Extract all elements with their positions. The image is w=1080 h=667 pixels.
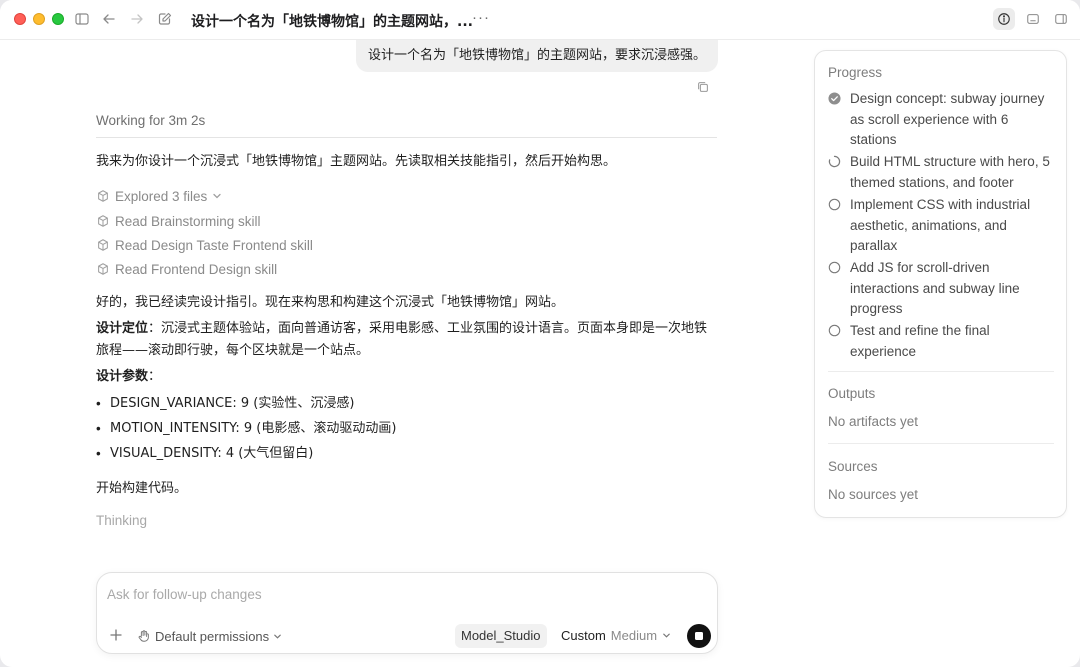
explored-files-label: Explored 3 files [115,188,208,204]
list-item: • VISUAL_DENSITY: 4 (大气但留白) [96,444,313,464]
outputs-heading: Outputs [828,386,876,401]
compose-icon[interactable] [157,11,173,27]
progress-step: Add JS for scroll-driven interactions an… [828,258,1056,320]
minimize-window-button[interactable] [33,13,45,25]
more-options-button[interactable]: ··· [472,9,490,26]
outputs-empty-text: No artifacts yet [828,414,919,429]
stop-icon [695,632,703,640]
param-text: MOTION_INTENSITY: 9 (电影感、滚动驱动动画) [110,421,397,436]
permissions-dropdown[interactable]: Default permissions [137,627,282,645]
divider [828,371,1054,372]
bullet: • [96,396,101,411]
permissions-label: Default permissions [155,628,270,644]
step-text: Build HTML structure with hero, 5 themed… [850,154,1050,190]
param-text: DESIGN_VARIANCE: 9 (实验性、沉浸感) [110,396,355,411]
level-label: Medium [610,628,658,643]
plus-icon[interactable] [108,627,124,643]
positioning-text: ：沉浸式主题体验站，面向普通访客，采用电影感、工业氛围的设计语言。页面本身即是一… [96,321,708,358]
sources-empty-text: No sources yet [828,487,919,502]
bullet: • [96,421,101,436]
model-selector[interactable]: Model_Studio [455,624,547,648]
assistant-start: 开始构建代码。 [96,481,188,496]
chevron-down-icon [212,191,222,201]
cube-icon [96,262,110,276]
copy-icon[interactable] [696,80,710,94]
conversation-title[interactable]: 设计一个名为「地铁博物馆」的主题网站，... [191,11,473,31]
follow-up-input[interactable] [107,583,697,605]
mode-label: Custom [561,628,606,643]
check-circle-icon [828,92,841,105]
working-status[interactable]: Working for 3m 2s [96,113,205,128]
tool-call-label: Read Design Taste Frontend skill [115,237,313,253]
cube-icon [96,238,110,252]
info-icon[interactable] [993,8,1015,30]
params-colon: ： [148,369,162,384]
empty-circle-icon [828,198,841,211]
title-bar: 设计一个名为「地铁博物馆」的主题网站，... ··· [0,0,1080,40]
sources-heading: Sources [828,459,878,474]
step-text: Design concept: subway journey as scroll… [850,91,1045,147]
progress-heading: Progress [828,65,883,80]
close-window-button[interactable] [14,13,26,25]
param-text: VISUAL_DENSITY: 4 (大气但留白) [110,446,314,461]
arrow-left-icon[interactable] [101,11,117,27]
design-params-heading: 设计参数： [96,366,716,388]
reasoning-mode-dropdown[interactable]: Custom Medium [561,628,671,643]
sidebar-icon[interactable] [74,11,90,27]
progress-step: Test and refine the final experience [828,321,1056,362]
step-text: Add JS for scroll-driven interactions an… [850,260,1020,316]
positioning-label: 设计定位 [96,321,149,336]
tool-call-item[interactable]: Read Brainstorming skill [96,211,261,231]
explored-files-toggle[interactable]: Explored 3 files [96,186,222,206]
spinner-icon [828,155,841,168]
divider [828,443,1054,444]
list-item: • DESIGN_VARIANCE: 9 (实验性、沉浸感) [96,394,354,414]
user-message: 设计一个名为「地铁博物馆」的主题网站，要求沉浸感强。 [355,40,718,72]
tool-call-item[interactable]: Read Design Taste Frontend skill [96,235,313,255]
progress-panel: Progress Design concept: subway journey … [814,50,1067,518]
app-window: 设计一个名为「地铁博物馆」的主题网站，... ··· 设计一个名为「地铁博物馆」… [0,0,1080,667]
hand-icon [137,629,151,643]
progress-step: Build HTML structure with hero, 5 themed… [828,152,1056,193]
chevron-down-icon [273,632,282,641]
step-text: Test and refine the final experience [850,323,990,359]
chevron-down-icon [662,631,671,640]
zoom-window-button[interactable] [52,13,64,25]
cube-icon [96,189,110,203]
empty-circle-icon [828,324,841,337]
empty-circle-icon [828,261,841,274]
progress-step: Design concept: subway journey as scroll… [828,89,1056,151]
assistant-followup: 好的，我已经读完设计指引。现在来构思和构建这个沉浸式「地铁博物馆」网站。 [96,295,565,310]
stop-button[interactable] [687,624,711,648]
design-positioning: 设计定位：沉浸式主题体验站，面向普通访客，采用电影感、工业氛围的设计语言。页面本… [96,318,716,362]
terminal-icon[interactable] [1022,8,1044,30]
progress-step: Implement CSS with industrial aesthetic,… [828,195,1056,257]
tool-call-label: Read Brainstorming skill [115,213,261,229]
thinking-status: Thinking [96,513,148,528]
panel-right-icon[interactable] [1050,8,1072,30]
arrow-right-icon[interactable] [129,11,145,27]
params-label: 设计参数 [96,369,149,384]
assistant-intro: 我来为你设计一个沉浸式「地铁博物馆」主题网站。先读取相关技能指引，然后开始构思。 [96,154,617,169]
composer: Default permissions Model_Studio Custom … [96,572,718,654]
step-text: Implement CSS with industrial aesthetic,… [850,197,1031,253]
divider [96,137,717,138]
tool-call-item[interactable]: Read Frontend Design skill [96,259,277,279]
list-item: • MOTION_INTENSITY: 9 (电影感、滚动驱动动画) [96,419,396,439]
tool-call-label: Read Frontend Design skill [115,261,278,277]
bullet: • [96,446,101,461]
cube-icon [96,214,110,228]
